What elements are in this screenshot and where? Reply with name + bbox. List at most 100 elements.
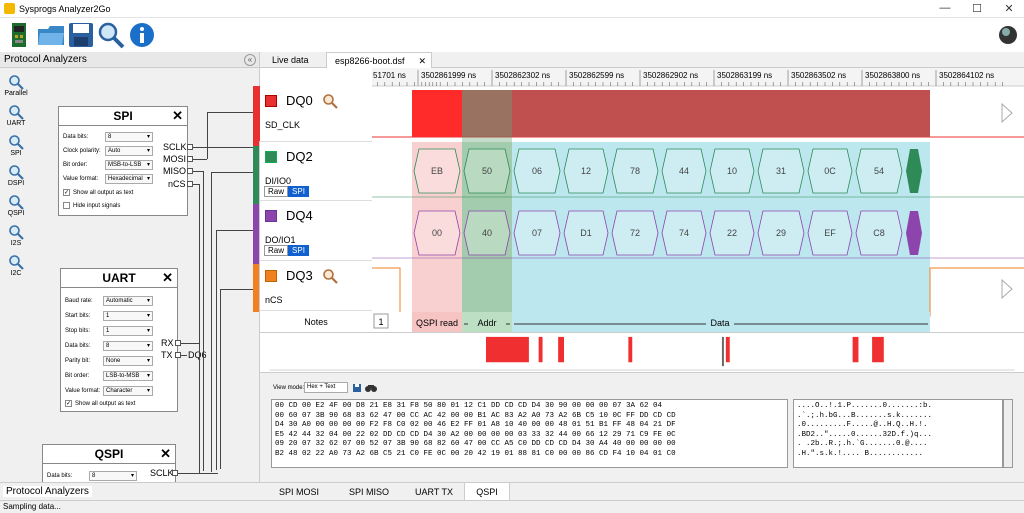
value-format-label: Value format: [63,176,99,182]
device-icon[interactable] [4,21,34,49]
overview-activity [872,336,884,363]
tool-uart[interactable]: UART [2,104,30,127]
minimize-button[interactable]: — [930,2,960,14]
tool-parallel[interactable]: Parallel [2,74,30,97]
uart-close-button[interactable]: ✕ [162,270,173,286]
overview-activity [628,336,633,363]
channel-dq3[interactable]: DQ3 nCS [260,261,372,311]
decode-mode-toggle[interactable]: Raw SPI [264,186,309,197]
uart-value-format-select[interactable]: Character [103,386,153,396]
qspi-data-bits-label: Data bits: [47,473,73,479]
bit-order-select[interactable]: MSB-to-LSB [105,160,153,170]
overview-activity [486,336,529,363]
tool-spi[interactable]: SPI [2,134,30,157]
qspi-data-bits-select[interactable]: 8 [89,471,137,481]
uart-data-bits-select[interactable]: 8 [103,341,153,351]
dq0-clock-burst [512,90,930,137]
dq4-byte-value: 29 [776,228,786,238]
clock-polarity-select[interactable]: Auto [105,146,153,156]
uart-show-all-checkbox[interactable]: ✓ [65,400,72,407]
collapse-icon[interactable]: « [244,54,256,66]
value-format-select[interactable]: Hexadecimal [105,174,153,184]
uart-title: UART [102,271,136,285]
dq4-byte-value: 00 [432,228,442,238]
hex-dump[interactable]: 00 CD 00 E2 4F 00 D8 21 E8 31 F8 50 80 0… [271,399,788,468]
data-bits-select[interactable]: 8 [105,132,153,142]
open-folder-icon[interactable] [36,21,66,49]
baud-select[interactable]: Automatic [103,296,153,306]
uart-bit-order-select[interactable]: LSB-to-MSB [103,371,153,381]
magnifier-icon [9,195,24,210]
uart-pin-rx: RX [161,338,174,348]
dq4-byte-value: 74 [679,228,689,238]
scroll-right-icon[interactable] [1001,278,1013,300]
channel-color-swatch[interactable] [265,210,277,222]
tool-i2c[interactable]: I2C [2,254,30,277]
channel-zoom-icon[interactable] [322,93,338,109]
info-icon[interactable] [128,21,158,49]
waveform-view[interactable]: 51701 ns 3502861999 ns 3502862302 ns 350286… [372,68,1024,332]
maximize-button[interactable]: ☐ [962,2,992,15]
note-data[interactable]: Data [710,318,729,328]
spi-pin-mosi: MOSI [163,154,187,164]
hex-scrollbar[interactable] [1003,399,1013,468]
raw-mode-button[interactable]: Raw [264,245,289,256]
status-orb-icon [999,26,1017,44]
channel-dq2[interactable]: DQ2 DI/IO0 Raw SPI [260,142,372,201]
save-icon[interactable] [352,383,362,393]
protocol-analyzers-tab[interactable]: Protocol Analyzers [3,486,92,497]
binoculars-icon[interactable] [365,383,377,393]
note-addr[interactable]: Addr [477,318,496,328]
uart-bit-order-label: Bit order: [65,373,90,379]
channel-signal: DO/IO1 [265,235,296,245]
scroll-right-icon[interactable] [1001,102,1013,124]
spi-close-button[interactable]: ✕ [172,108,183,124]
view-mode-select[interactable]: Hex + Text [304,382,348,393]
channel-dq4[interactable]: DQ4 DO/IO1 Raw SPI [260,201,372,261]
tab-esp8266-boot[interactable]: esp8266-boot.dsf ✕ [326,52,432,68]
view-mode-label: View mode: [273,385,305,391]
tool-label: I2C [10,270,22,277]
tab-spi-mosi[interactable]: SPI MOSI [264,483,334,501]
time-tick-label: 3502862902 ns [643,71,698,80]
time-tick-label: 3502863502 ns [791,71,846,80]
channel-dq0[interactable]: DQ0 SD_CLK [254,86,372,142]
close-button[interactable]: ✕ [994,2,1024,15]
overview-cursor[interactable] [721,336,724,367]
hide-input-checkbox[interactable] [63,202,70,209]
start-bits-select[interactable]: 1 [103,311,153,321]
show-all-checkbox[interactable]: ✓ [63,189,70,196]
spi-mode-button[interactable]: SPI [288,186,309,197]
tool-label: UART [6,120,26,127]
tool-dspi[interactable]: DSPI [2,164,30,187]
tool-label: Parallel [4,90,28,97]
decode-mode-toggle[interactable]: Raw SPI [264,245,309,256]
spi-title: SPI [113,109,133,123]
stop-bits-select[interactable]: 1 [103,326,153,336]
raw-mode-button[interactable]: Raw [264,186,289,197]
tab-live-data[interactable]: Live data [264,52,322,68]
overview-strip[interactable] [260,332,1024,372]
channel-zoom-icon[interactable] [322,268,338,284]
tool-qspi[interactable]: QSPI [2,194,30,217]
spi-mode-button[interactable]: SPI [288,245,309,256]
qspi-close-button[interactable]: ✕ [160,446,171,462]
channel-color-swatch[interactable] [265,95,277,107]
save-icon[interactable] [66,21,96,49]
tool-i2s[interactable]: I2S [2,224,30,247]
channel-color-swatch[interactable] [265,270,277,282]
overview-activity [725,336,730,363]
tab-uart-tx[interactable]: UART TX [404,483,464,501]
magnifier-icon [9,105,24,120]
tool-label: SPI [10,150,22,157]
ascii-dump[interactable]: ....O..!.1.P.......0.......:b. .`.;.h.bG… [793,399,1003,468]
tab-qspi[interactable]: QSPI [464,483,510,501]
note-qspi-read[interactable]: QSPI read [416,318,458,328]
overview-activity [852,336,859,363]
channel-list: DQ0 SD_CLK DQ2 DI/IO0 Raw SPI DQ4 DO/IO1 … [254,86,372,331]
channel-color-swatch[interactable] [265,151,277,163]
tab-close-icon[interactable]: ✕ [418,53,426,69]
tab-spi-miso[interactable]: SPI MISO [334,483,404,501]
parity-select[interactable]: None [103,356,153,366]
zoom-icon[interactable] [96,21,126,49]
